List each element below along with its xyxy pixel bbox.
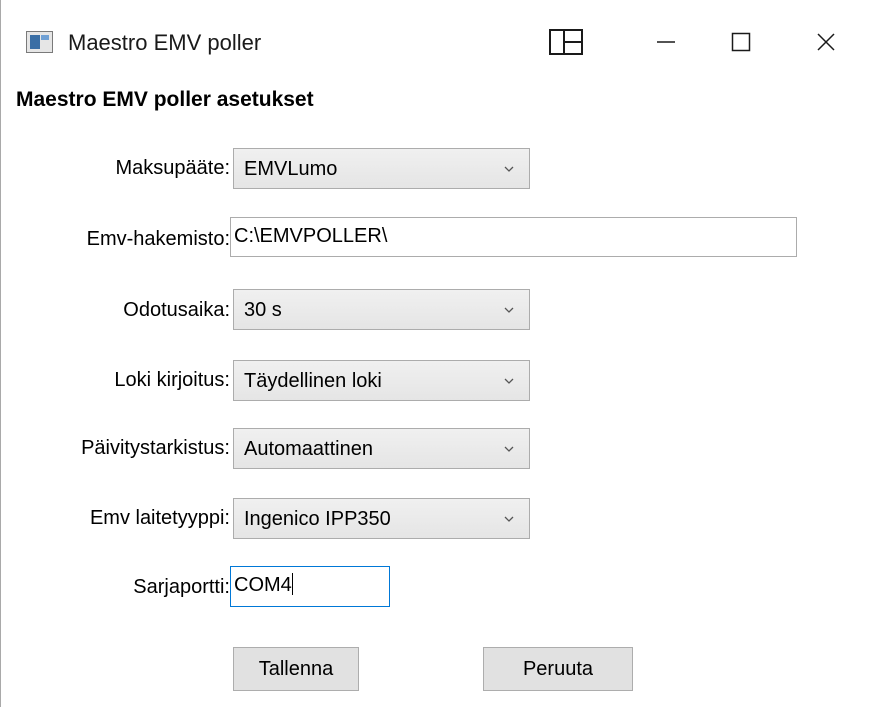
cancel-button[interactable]: Peruuta — [483, 647, 633, 691]
settings-window: Maestro EMV poller Maestro EMV poller as… — [0, 0, 870, 707]
settings-heading: Maestro EMV poller asetukset — [16, 88, 314, 111]
window-title: Maestro EMV poller — [68, 30, 262, 55]
directory-input[interactable]: C:\EMVPOLLER\ — [230, 217, 797, 257]
device-type-value: Ingenico IPP350 — [244, 508, 391, 530]
terminal-dropdown[interactable]: EMVLumo — [233, 148, 530, 189]
log-writing-label: Loki kirjoitus: — [114, 369, 230, 391]
serial-port-label: Sarjaportti: — [133, 576, 230, 598]
chevron-down-icon — [504, 516, 514, 522]
terminal-label: Maksupääte: — [115, 157, 230, 179]
app-window-icon — [26, 31, 53, 53]
close-icon — [817, 33, 835, 51]
save-button[interactable]: Tallenna — [233, 647, 359, 691]
snap-layout-button[interactable] — [521, 14, 611, 70]
text-caret — [291, 573, 293, 595]
snap-layout-icon — [549, 29, 583, 55]
update-check-value: Automaattinen — [244, 438, 373, 460]
close-button[interactable] — [781, 14, 870, 70]
update-check-dropdown[interactable]: Automaattinen — [233, 428, 530, 469]
update-check-label: Päivitystarkistus: — [81, 437, 230, 459]
maximize-button[interactable] — [696, 14, 786, 70]
chevron-down-icon — [504, 378, 514, 384]
wait-time-dropdown[interactable]: 30 s — [233, 289, 530, 330]
serial-port-input[interactable]: COM4 — [230, 566, 390, 607]
log-writing-dropdown[interactable]: Täydellinen loki — [233, 360, 530, 401]
minimize-icon — [657, 41, 675, 43]
log-writing-value: Täydellinen loki — [244, 370, 382, 392]
terminal-value: EMVLumo — [244, 158, 338, 180]
device-type-dropdown[interactable]: Ingenico IPP350 — [233, 498, 530, 539]
chevron-down-icon — [504, 166, 514, 172]
wait-time-value: 30 s — [244, 299, 282, 321]
wait-time-label: Odotusaika: — [123, 299, 230, 321]
serial-port-value: COM4 — [234, 574, 292, 596]
chevron-down-icon — [504, 446, 514, 452]
directory-label: Emv-hakemisto: — [86, 228, 230, 250]
device-type-label: Emv laitetyyppi: — [89, 507, 230, 529]
maximize-icon — [731, 32, 751, 52]
chevron-down-icon — [504, 307, 514, 313]
title-bar[interactable]: Maestro EMV poller — [1, 0, 870, 80]
